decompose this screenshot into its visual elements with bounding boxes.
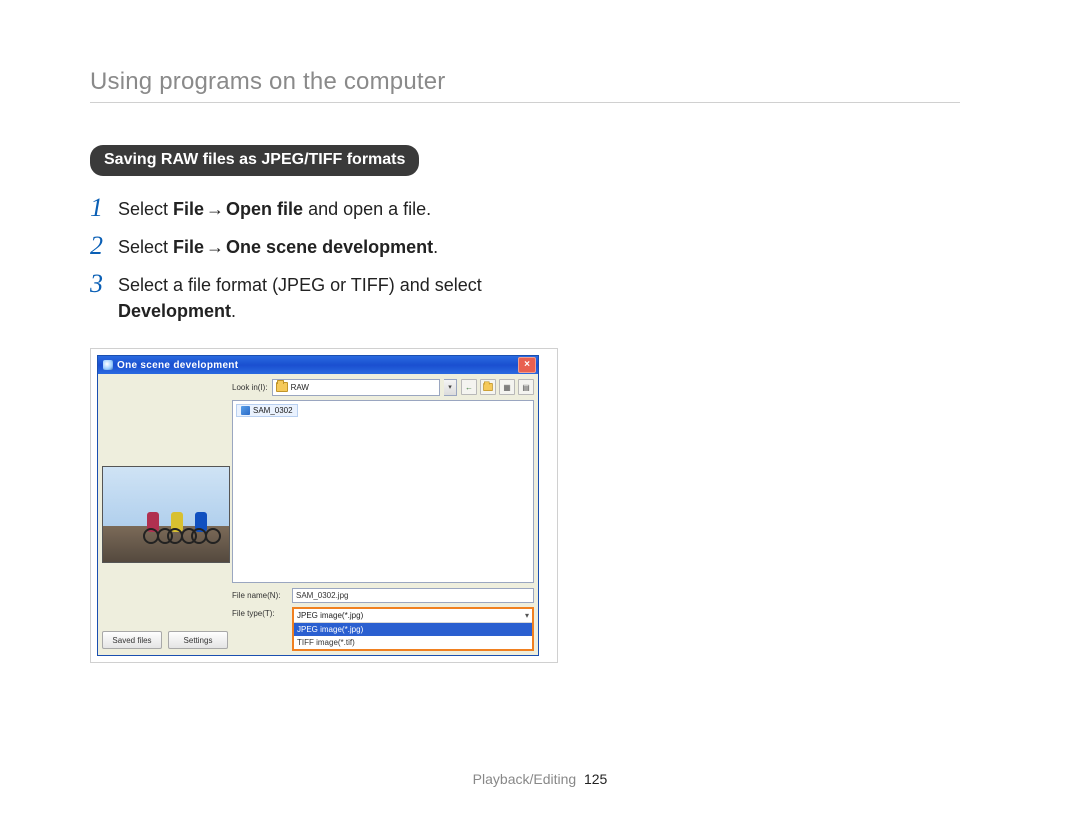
text: Select [118, 199, 173, 219]
spacer [102, 378, 228, 466]
filetype-dropdown[interactable]: JPEG image(*.jpg) ▾ JPEG image(*.jpg) TI… [292, 607, 534, 651]
step-1: 1 Select File → Open file and open a fil… [90, 190, 990, 228]
filetype-label: File type(T): [232, 607, 288, 618]
folder-icon [483, 383, 493, 391]
section-title: Using programs on the computer [90, 68, 960, 103]
image-preview [102, 466, 230, 563]
left-buttons: Saved files Settings [102, 627, 228, 651]
page-number: 125 [584, 771, 607, 787]
file-item[interactable]: SAM_0302 [236, 404, 298, 417]
filename-row: File name(N): SAM_0302.jpg [232, 587, 534, 603]
text: . [231, 301, 236, 321]
step-text: Select a file format (JPEG or TIFF) and … [118, 272, 482, 324]
titlebar: One scene development × [98, 356, 538, 374]
view-icon[interactable]: ▦ [499, 379, 515, 395]
dialog-body: Saved files Settings Look in(I): RAW ▾ ← [98, 374, 538, 655]
new-folder-icon[interactable]: ▤ [518, 379, 534, 395]
filetype-option-jpeg[interactable]: JPEG image(*.jpg) [294, 623, 532, 636]
lookin-row: Look in(I): RAW ▾ ← ▦ ▤ [232, 378, 534, 396]
step-number: 3 [90, 272, 118, 296]
filetype-selected-text: JPEG image(*.jpg) [297, 611, 363, 620]
step-number: 2 [90, 234, 118, 258]
arrow-icon: → [204, 196, 226, 222]
app-icon [103, 360, 113, 370]
text: Select a file format (JPEG or TIFF) and … [118, 275, 482, 295]
text: . [433, 237, 438, 257]
up-folder-icon[interactable] [480, 379, 496, 395]
bold-openfile: Open file [226, 199, 303, 219]
step-text: Select File → Open file and open a file. [118, 196, 431, 222]
manual-page: Using programs on the computer Saving RA… [0, 0, 1080, 815]
bold-file: File [173, 199, 204, 219]
bold-development: Development [118, 301, 231, 321]
lookin-dropdown[interactable]: RAW [272, 379, 440, 396]
lookin-value: RAW [291, 383, 309, 392]
filetype-row: File type(T): JPEG image(*.jpg) ▾ JPEG i… [232, 607, 534, 651]
text: and open a file. [303, 199, 431, 219]
file-item-label: SAM_0302 [253, 406, 293, 415]
dialog-title: One scene development [117, 360, 518, 371]
back-icon[interactable]: ← [461, 379, 477, 395]
filetype-option-tiff[interactable]: TIFF image(*.tif) [294, 636, 532, 649]
bold-file: File [173, 237, 204, 257]
step-number: 1 [90, 196, 118, 220]
filename-input[interactable]: SAM_0302.jpg [292, 588, 534, 603]
topic-pill: Saving RAW files as JPEG/TIFF formats [90, 145, 419, 176]
arrow-icon: → [204, 234, 226, 260]
folder-icon [276, 382, 288, 392]
left-pane: Saved files Settings [102, 378, 228, 651]
right-pane: Look in(I): RAW ▾ ← ▦ ▤ [232, 378, 534, 651]
save-dialog: One scene development × Saved files [97, 355, 539, 656]
text: Select [118, 237, 173, 257]
chevron-down-icon: ▾ [525, 611, 529, 620]
step-2: 2 Select File → One scene development. [90, 228, 990, 266]
spacer [102, 563, 228, 627]
close-button[interactable]: × [518, 357, 536, 373]
bold-onescene: One scene development [226, 237, 433, 257]
page-footer: Playback/Editing 125 [0, 771, 1080, 787]
step-3: 3 Select a file format (JPEG or TIFF) an… [90, 266, 990, 330]
dialog-screenshot: One scene development × Saved files [90, 348, 558, 663]
filename-label: File name(N): [232, 591, 288, 600]
step-text: Select File → One scene development. [118, 234, 438, 260]
file-icon [241, 406, 250, 415]
filetype-selected[interactable]: JPEG image(*.jpg) ▾ [294, 609, 532, 623]
lookin-label: Look in(I): [232, 383, 268, 392]
saved-files-button[interactable]: Saved files [102, 631, 162, 649]
chevron-down-icon[interactable]: ▾ [444, 379, 457, 396]
steps-list: 1 Select File → Open file and open a fil… [90, 190, 990, 330]
file-list[interactable]: SAM_0302 [232, 400, 534, 583]
settings-button[interactable]: Settings [168, 631, 228, 649]
footer-category: Playback/Editing [473, 771, 577, 787]
nav-toolbar: ← ▦ ▤ [461, 379, 534, 395]
